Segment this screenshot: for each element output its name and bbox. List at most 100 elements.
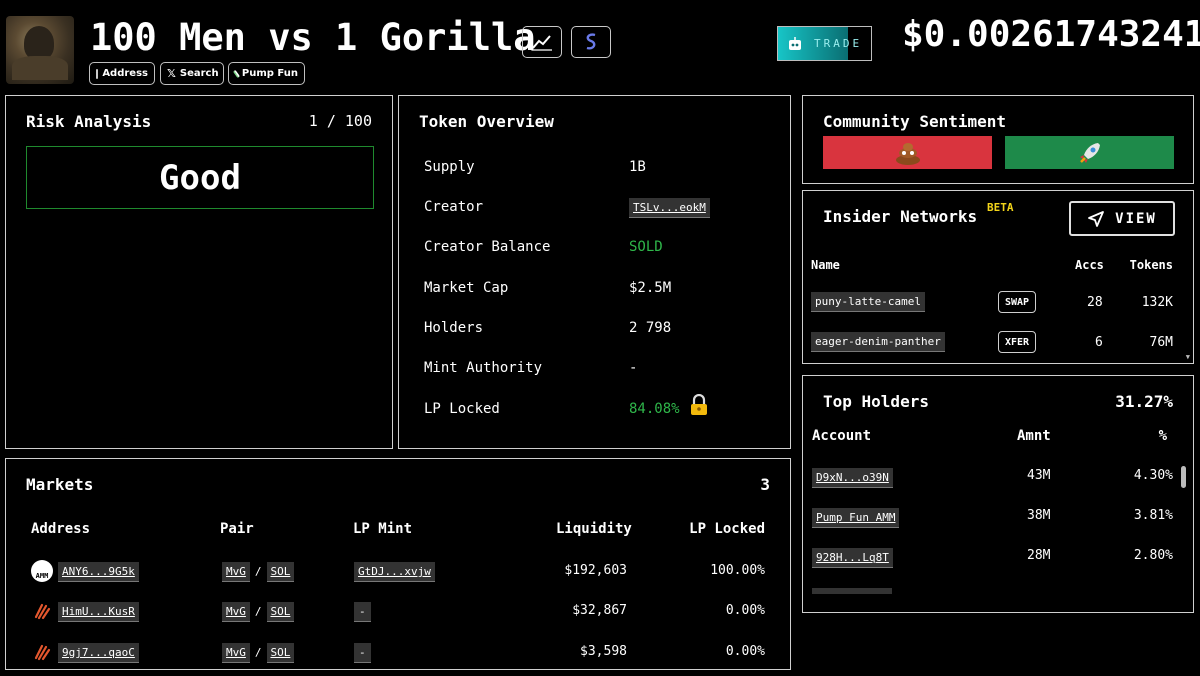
holder-pct: 4.30% (1133, 468, 1173, 483)
market-pair: MvG / SOL (222, 643, 295, 663)
holders-value: 2 798 (629, 320, 672, 336)
markets-count: 3 (760, 475, 770, 494)
market-address-link[interactable]: ANY6...9G5k (58, 562, 139, 582)
pair-base-link[interactable]: MvG (222, 643, 250, 663)
insider-row-tokens: 76M (1149, 335, 1173, 350)
holder-account-link[interactable]: Pump Fun AMM (812, 508, 900, 528)
holder-amount: 28M (1027, 548, 1051, 563)
market-lp-locked: 0.00% (725, 644, 765, 659)
risk-analysis-panel: Risk Analysis 1 / 100 Good (5, 95, 393, 449)
solscan-icon (586, 33, 596, 50)
pair-base-link[interactable]: MvG (222, 602, 250, 622)
pump-fun-label: Pump Fun (241, 68, 298, 79)
token-avatar (6, 16, 74, 84)
markets-liquidity-header: Liquidity (556, 521, 632, 537)
holders-amount-header: Amnt (1017, 428, 1051, 444)
markets-pair-header: Pair (220, 521, 254, 537)
scroll-down-arrow[interactable]: ▼ (1186, 353, 1190, 361)
market-cap-label: Market Cap (424, 280, 509, 296)
rocket-icon (1079, 142, 1100, 163)
pair-quote-link[interactable]: SOL (266, 602, 295, 622)
insider-title: Insider Networks (823, 207, 978, 226)
bearish-vote-button[interactable] (823, 136, 992, 169)
top-holders-panel: Top Holders 31.27% Account Amnt % D9xN..… (802, 375, 1194, 613)
pair-quote-link[interactable]: SOL (266, 643, 295, 663)
holder-account-link[interactable]: 928H...Lq8T (812, 548, 893, 568)
token-title: 100 Men vs 1 Gorilla (90, 16, 536, 59)
market-lp-locked: 100.00% (710, 563, 765, 578)
lp-mint-link[interactable]: GtDJ...xvjw (354, 562, 435, 582)
meteora-icon (34, 644, 51, 661)
pair-separator: / (254, 565, 262, 578)
token-price: $0.00261743241 (902, 14, 1200, 55)
swap-tag[interactable]: SWAP (998, 291, 1036, 313)
overview-title: Token Overview (419, 112, 554, 131)
sentiment-title: Community Sentiment (823, 112, 1007, 131)
markets-panel: Markets 3 Address Pair LP Mint Liquidity… (5, 458, 791, 670)
risk-rating: Good (159, 157, 241, 198)
poop-icon (895, 142, 920, 165)
market-address-link[interactable]: 9gj7...qaoC (58, 643, 139, 663)
insider-row-accs: 28 (1087, 295, 1103, 310)
holders-scrollbar[interactable] (1181, 466, 1186, 488)
pair-quote-link[interactable]: SOL (266, 562, 295, 582)
creator-address-link[interactable]: TSLv...eokM (629, 198, 710, 218)
risk-score: 1 / 100 (308, 112, 372, 130)
meteora-icon (34, 603, 51, 620)
supply-value: 1B (629, 159, 646, 175)
holders-title: Top Holders (823, 392, 929, 411)
markets-title: Markets (26, 475, 94, 494)
holder-account-link[interactable]: D9xN...o39N (812, 468, 893, 488)
x-logo-icon: 𝕏 (167, 67, 176, 80)
holder-amount: 43M (1027, 468, 1051, 483)
supply-label: Supply (424, 159, 475, 175)
x-search-button[interactable]: 𝕏 Search (160, 62, 224, 85)
market-pair: MvG / SOL (222, 562, 295, 582)
creator-balance-label: Creator Balance (424, 239, 551, 255)
markets-address-header: Address (31, 521, 91, 537)
market-address-link[interactable]: HimU...KusR (58, 602, 139, 622)
pair-separator: / (254, 605, 262, 618)
pair-base-link[interactable]: MvG (222, 562, 250, 582)
holders-total: 31.27% (1115, 392, 1173, 411)
holder-pct: 3.81% (1133, 508, 1173, 523)
markets-lplocked-header: LP Locked (689, 521, 765, 537)
copy-icon (96, 68, 99, 79)
market-cap-value: $2.5M (629, 280, 672, 296)
lp-mint-empty: - (354, 602, 371, 622)
copy-address-button[interactable]: Address (89, 62, 155, 85)
insider-networks-panel: Insider Networks BETA VIEW Name Accs Tok… (802, 190, 1194, 364)
holder-pct: 2.80% (1133, 548, 1173, 563)
token-overview-panel: Token Overview Supply 1B Creator TSLv...… (398, 95, 791, 449)
community-sentiment-panel: Community Sentiment (802, 95, 1194, 184)
pill-icon (232, 69, 240, 78)
market-pair: MvG / SOL (222, 602, 295, 622)
xfer-tag[interactable]: XFER (998, 331, 1036, 353)
address-label: Address (102, 68, 148, 79)
trade-button[interactable]: TRADE (777, 26, 872, 61)
lp-mint-empty: - (354, 643, 371, 663)
bullish-vote-button[interactable] (1005, 136, 1174, 169)
insider-row-accs: 6 (1095, 335, 1103, 350)
mint-authority-value: - (629, 360, 638, 376)
holders-pct-header: % (1158, 428, 1167, 444)
creator-label: Creator (424, 199, 484, 215)
holder-row-cutoff (812, 588, 892, 594)
lock-icon (691, 394, 707, 415)
lp-locked-value: 84.08% (629, 401, 680, 417)
insider-accs-header: Accs (1075, 258, 1104, 272)
market-lp-locked: 0.00% (725, 603, 765, 618)
solscan-button[interactable] (571, 26, 611, 58)
pump-fun-button[interactable]: Pump Fun (228, 62, 305, 85)
robot-icon (789, 37, 801, 50)
market-liquidity: $32,867 (572, 603, 627, 618)
insider-row-name[interactable]: eager-denim-panther (811, 332, 945, 352)
trade-label: TRADE (814, 37, 863, 50)
view-network-button[interactable]: VIEW (1069, 201, 1175, 236)
beta-badge: BETA (987, 201, 1014, 214)
insider-row-name[interactable]: puny-latte-camel (811, 292, 925, 312)
chart-button[interactable] (522, 26, 562, 58)
insider-row-tokens: 132K (1141, 295, 1173, 310)
insider-name-header: Name (811, 258, 840, 272)
amm-icon: AMM (31, 560, 53, 582)
